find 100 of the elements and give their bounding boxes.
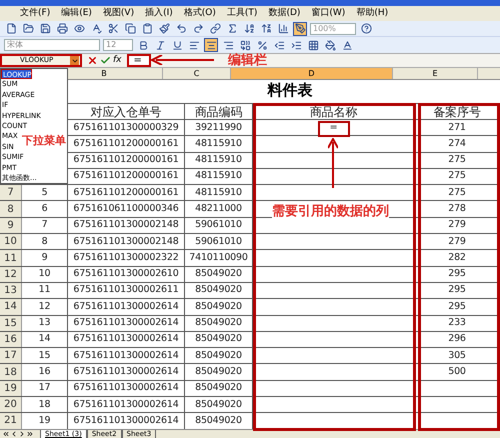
table-cell-text: 675161101300002611 <box>73 283 179 298</box>
table-cell-text: 675161101300002322 <box>73 250 179 265</box>
table-cell: 675161101300002148 <box>73 234 179 249</box>
drawing-icon[interactable] <box>293 22 307 36</box>
font-field[interactable]: 宋体 <box>4 39 100 51</box>
borders-icon[interactable] <box>306 38 320 52</box>
copy-icon[interactable] <box>123 22 137 36</box>
table-cell-text: 279 <box>448 218 466 232</box>
folder-icon[interactable] <box>21 22 35 36</box>
table-cell: 85049020 <box>195 348 242 363</box>
table-cell-text: 48115910 <box>195 136 242 151</box>
table-cell-text: 11 <box>38 283 50 298</box>
table-cell-text: 675161101300002614 <box>73 364 179 379</box>
table-cell: 675161101300000329 <box>73 120 179 135</box>
menu-item[interactable]: 文件(F) <box>20 6 50 20</box>
table-cell-text: 675161101300002614 <box>73 381 179 396</box>
annotation-label: 下拉菜单 <box>22 133 66 149</box>
table-cell-text: 6 <box>42 202 48 216</box>
sort-descending-icon[interactable] <box>259 22 273 36</box>
menu-item[interactable]: 插入(I) <box>145 6 173 20</box>
table-cell-text: 85049020 <box>195 300 242 314</box>
table-cell: 675161101300002614 <box>73 398 179 412</box>
table-cell-text: 675161061100000346 <box>73 202 179 216</box>
function-icon[interactable]: fx <box>113 54 122 68</box>
formula-field[interactable]: = <box>126 54 150 67</box>
table-cell-text: 282 <box>448 250 466 265</box>
table-cell: 13 <box>38 316 50 330</box>
table-cell: 15 <box>38 348 50 363</box>
table-cell-text: 48115910 <box>195 169 242 184</box>
brush-icon[interactable] <box>157 22 171 36</box>
table-cell: 59061010 <box>195 234 242 249</box>
size-field[interactable]: 12 <box>103 39 133 51</box>
table-cell: 85049020 <box>195 316 242 330</box>
link-icon[interactable] <box>208 22 222 36</box>
chart-icon[interactable] <box>276 22 290 36</box>
cut-icon[interactable] <box>106 22 120 36</box>
table-cell-text: 675161101300002148 <box>73 218 179 232</box>
table-cell-text: 7 <box>42 218 48 232</box>
table-cell-text: 85049020 <box>195 283 242 298</box>
merge-icon[interactable] <box>238 38 252 52</box>
menu-item[interactable]: 视图(V) <box>102 6 134 20</box>
fill-color-icon[interactable] <box>323 38 337 52</box>
dropdown-arrow-icon[interactable] <box>70 56 79 65</box>
table-cell-text: 12 <box>38 300 50 314</box>
table-cell-text: 500 <box>448 364 466 379</box>
table-cell: 39211990 <box>195 120 242 135</box>
menu-item[interactable]: 数据(D) <box>268 6 300 20</box>
column-header[interactable]: D <box>231 68 393 79</box>
menu-item[interactable]: 编辑(E) <box>61 6 92 20</box>
table-cell-text: 296 <box>448 332 466 346</box>
table-cell: 279 <box>448 234 466 249</box>
cancel-icon <box>87 55 98 66</box>
table-cell: 10 <box>38 267 50 282</box>
table-cell: 85049020 <box>195 398 242 412</box>
table-cell-text: 7410110090 <box>189 250 248 265</box>
print-icon[interactable] <box>55 22 69 36</box>
help-icon[interactable] <box>359 22 373 36</box>
table-cell: 275 <box>448 153 466 168</box>
table-cell-text: 17 <box>38 381 50 396</box>
table-cell-text: 48211000 <box>195 202 242 216</box>
arrow <box>328 138 338 188</box>
table-cell: 675161101300002614 <box>73 348 179 363</box>
table-cell: 675161101200000161 <box>73 186 179 200</box>
last-sheet-icon <box>26 430 34 438</box>
annotation-label: 编辑栏 <box>228 52 267 70</box>
save-icon[interactable] <box>38 22 52 36</box>
table-cell: 48115910 <box>195 153 242 168</box>
table-cell-text: 14 <box>38 332 50 346</box>
menu-item[interactable]: 格式(O) <box>184 6 216 20</box>
table-cell: 305 <box>448 348 466 363</box>
table-cell: 85049020 <box>195 267 242 282</box>
menu-item[interactable]: 帮助(H) <box>356 6 388 20</box>
menu-item[interactable]: 工具(T) <box>226 6 258 20</box>
table-cell-text: 85049020 <box>195 414 242 428</box>
column-title: 商品名称 <box>253 104 415 119</box>
sheet-title: 料件表 <box>268 80 312 100</box>
table-cell-text: 274 <box>448 136 466 151</box>
table-cell-text: 9 <box>42 250 48 265</box>
table-cell-text: 675161101200000161 <box>73 136 179 151</box>
table-cell-text: 675161101200000161 <box>73 169 179 184</box>
table-cell: 233 <box>448 316 466 330</box>
table-cell-text: 295 <box>448 283 466 298</box>
table-cell: 675161101300002610 <box>73 267 179 282</box>
table-cell-text: 278 <box>448 202 466 216</box>
menu-item[interactable]: 窗口(W) <box>311 6 346 20</box>
enter-icon <box>100 55 111 66</box>
align-center-icon[interactable] <box>204 38 218 52</box>
table-cell: 675161101200000161 <box>73 153 179 168</box>
table-cell: 18 <box>38 398 50 412</box>
previous-sheet-icon <box>10 430 18 438</box>
sort-ascending-icon[interactable] <box>242 22 256 36</box>
table-cell-text: 85049020 <box>195 381 242 396</box>
table-cell-text: 85049020 <box>195 332 242 346</box>
table-cell: 275 <box>448 186 466 200</box>
table-cell: 295 <box>448 267 466 282</box>
table-cell-text: 295 <box>448 300 466 314</box>
table-cell: 675161101300002614 <box>73 316 179 330</box>
table-cell-text: 85049020 <box>195 364 242 379</box>
column-title: 商品编码 <box>185 104 253 119</box>
table-cell: 5 <box>42 186 48 200</box>
